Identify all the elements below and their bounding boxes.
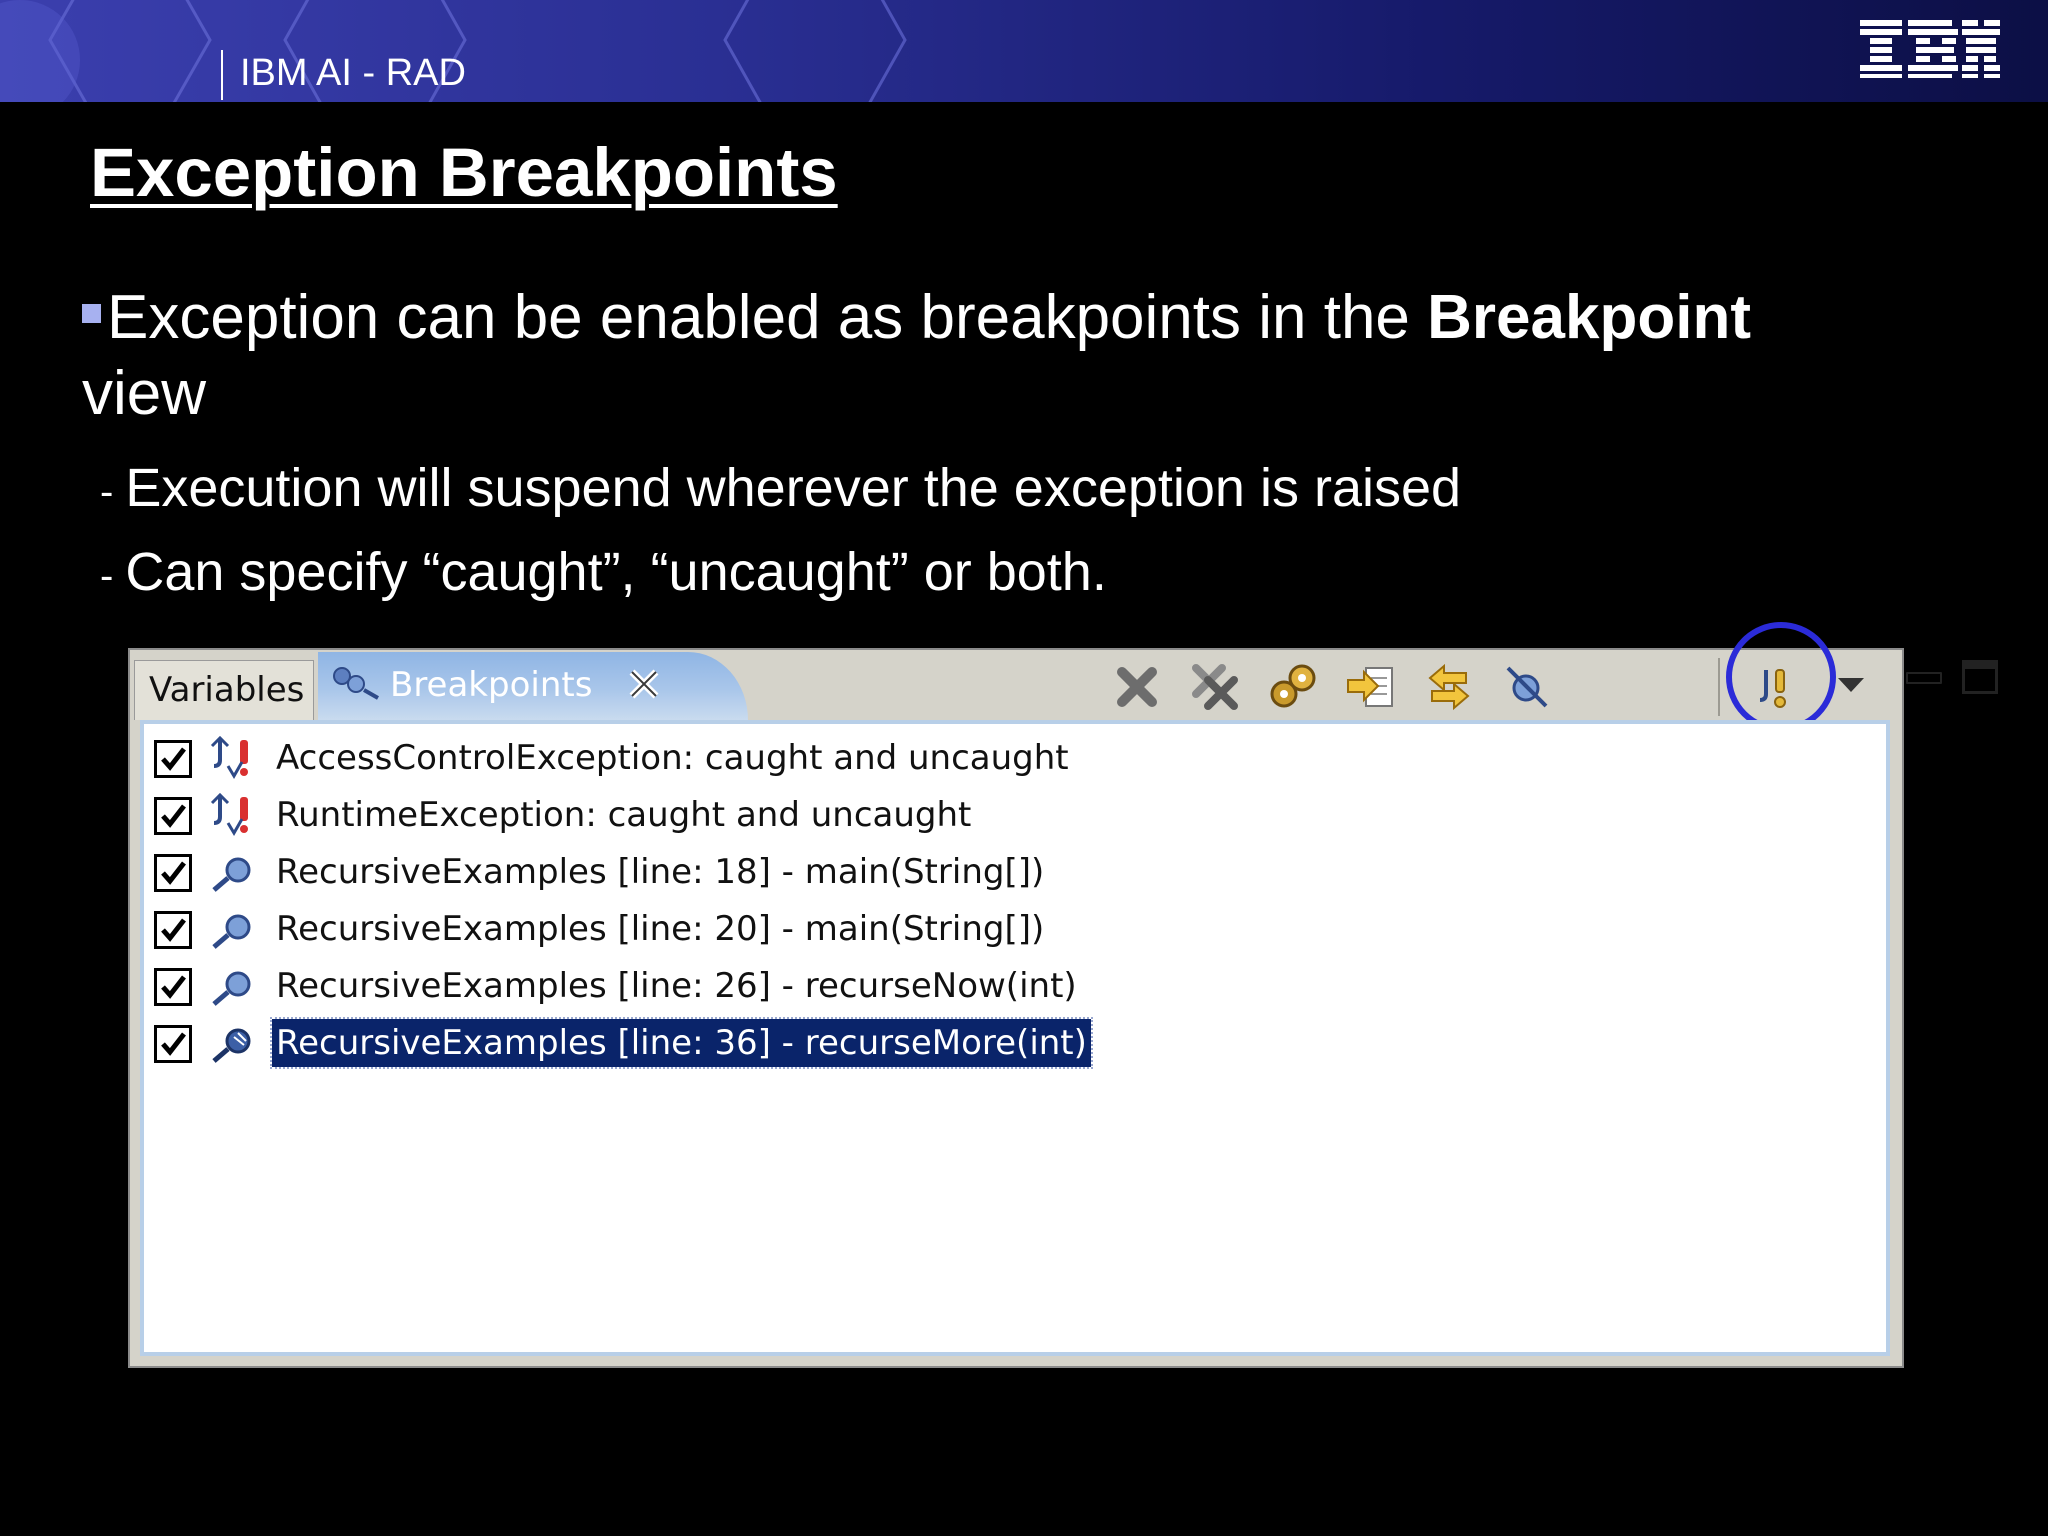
list-item[interactable]: RuntimeException: caught and uncaught: [154, 789, 1854, 843]
main-bullet: Exception can be enabled as breakpoints …: [82, 280, 1982, 432]
tab-breakpoints-label: Breakpoints: [390, 665, 593, 705]
line-breakpoint-icon: [212, 857, 251, 892]
banner-divider: [221, 50, 223, 100]
slide-title: Exception Breakpoints: [90, 134, 838, 211]
bullet-square-icon: [82, 304, 101, 323]
checkbox[interactable]: [154, 1025, 192, 1063]
dash-icon: -: [100, 469, 114, 514]
breakpoint-label-selected: RecursiveExamples [line: 36] - recurseMo…: [270, 1017, 1093, 1069]
list-item[interactable]: AccessControlException: caught and uncau…: [154, 732, 1854, 786]
show-supported-icon[interactable]: [1266, 660, 1320, 714]
maximize-icon[interactable]: [1962, 660, 1998, 694]
sub-bullet-text: Execution will suspend wherever the exce…: [125, 458, 1462, 518]
close-icon[interactable]: [626, 666, 662, 702]
sub-bullet-text: Can specify “caught”, “uncaught” or both…: [125, 542, 1107, 602]
hexagon-pattern: [0, 0, 907, 102]
checkbox[interactable]: [154, 797, 192, 835]
remove-selected-icon[interactable]: [1110, 660, 1164, 714]
sub-bullet-2: - Can specify “caught”, “uncaught” or bot…: [100, 540, 1107, 608]
skip-all-icon[interactable]: [1500, 660, 1554, 714]
line-breakpoint-icon: [212, 914, 251, 949]
minimize-icon[interactable]: [1906, 662, 1942, 688]
header-banner: IBM AI - RAD: [0, 0, 2048, 102]
link-with-debug-icon[interactable]: [1422, 660, 1476, 714]
view-menu-icon[interactable]: [1836, 676, 1866, 694]
dash-icon: -: [100, 553, 114, 598]
breakpoints-view-panel: Variables Breakpoints AccessControlExcep…: [128, 622, 1998, 1368]
tab-breakpoints[interactable]: Breakpoints: [318, 652, 748, 720]
breakpoint-label: RecursiveExamples [line: 26] - recurseNo…: [276, 966, 1077, 1006]
checkbox[interactable]: [154, 911, 192, 949]
banner-title: IBM AI - RAD: [240, 52, 466, 94]
breakpoints-list: AccessControlException: caught and uncau…: [140, 720, 1890, 1356]
remove-all-icon[interactable]: [1188, 660, 1242, 714]
list-item[interactable]: RecursiveExamples [line: 36] - recurseMo…: [154, 1017, 1854, 1071]
tab-variables[interactable]: Variables: [134, 660, 314, 720]
list-item[interactable]: RecursiveExamples [line: 26] - recurseNo…: [154, 960, 1854, 1014]
tab-bar: Variables Breakpoints: [130, 622, 1998, 732]
highlight-circle: [1726, 622, 1836, 732]
checkbox[interactable]: [154, 740, 192, 778]
breakpoints-tab-icon: [333, 667, 379, 700]
breakpoint-label: RecursiveExamples [line: 18] - main(Stri…: [276, 852, 1045, 892]
toolbar-separator: [1718, 658, 1720, 716]
exception-breakpoint-icon: [210, 736, 248, 779]
checkbox[interactable]: [154, 968, 192, 1006]
checkbox[interactable]: [154, 854, 192, 892]
breakpoint-label: RuntimeException: caught and uncaught: [276, 795, 972, 835]
exception-breakpoint-icon: [210, 793, 248, 836]
list-item[interactable]: RecursiveExamples [line: 20] - main(Stri…: [154, 903, 1854, 957]
bullet-tail-text: view: [82, 359, 207, 428]
bullet-bold-text: Breakpoint: [1427, 283, 1751, 352]
line-breakpoint-icon: [212, 971, 251, 1006]
ibm-logo: [1860, 20, 2000, 78]
go-to-file-icon[interactable]: [1344, 660, 1398, 714]
line-breakpoint-icon: [212, 1028, 251, 1063]
breakpoint-label: AccessControlException: caught and uncau…: [276, 738, 1069, 778]
sub-bullet-1: - Execution will suspend wherever the exc…: [100, 456, 1461, 524]
breakpoint-label: RecursiveExamples [line: 20] - main(Stri…: [276, 909, 1045, 949]
bullet-text: Exception can be enabled as breakpoints …: [107, 283, 1410, 352]
list-item[interactable]: RecursiveExamples [line: 18] - main(Stri…: [154, 846, 1854, 900]
